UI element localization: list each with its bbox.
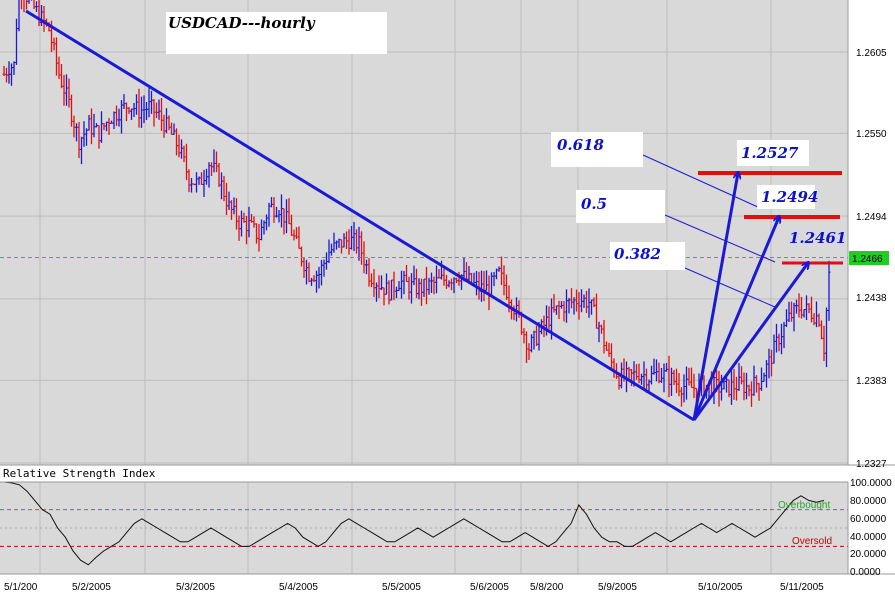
x-tick-label: 5/1/200 <box>4 582 38 593</box>
x-tick-label: 5/4/2005 <box>279 582 318 593</box>
usdcad-hourly-chart: USDCAD---hourly Relative Strength Index … <box>0 0 895 598</box>
date-axis-bg <box>0 574 895 598</box>
x-tick-label: 5/8/200 <box>530 582 564 593</box>
x-tick-label: 5/2/2005 <box>72 582 111 593</box>
fib-target-05: 1.2494 <box>761 188 818 206</box>
rsi-tick-label: 20.0000 <box>850 549 887 560</box>
x-tick-label: 5/6/2005 <box>470 582 509 593</box>
rsi-tick-label: 60.0000 <box>850 514 887 525</box>
y-tick-label: 1.2383 <box>856 376 887 387</box>
x-tick-label: 5/11/2005 <box>780 582 824 593</box>
price-panel-bg <box>0 0 848 465</box>
current-price-label: 1.2466 <box>852 254 883 265</box>
x-tick-label: 5/9/2005 <box>598 582 637 593</box>
x-tick-label: 5/10/2005 <box>698 582 743 593</box>
rsi-tick-label: 40.0000 <box>850 532 887 543</box>
y-tick-label: 1.2605 <box>856 48 887 59</box>
fib-label-05: 0.5 <box>581 195 607 213</box>
chart-title: USDCAD---hourly <box>168 14 316 32</box>
y-tick-label: 1.2438 <box>856 293 887 304</box>
x-tick-label: 5/3/2005 <box>176 582 215 593</box>
y-tick-label: 1.2494 <box>856 212 887 223</box>
x-tick-label: 5/5/2005 <box>382 582 421 593</box>
price-axis-bg <box>848 0 895 465</box>
oversold-label: Oversold <box>792 536 832 547</box>
fib-label-0382: 0.382 <box>614 245 661 263</box>
rsi-tick-label: 100.0000 <box>850 478 892 489</box>
fib-target-0382: 1.2461 <box>789 229 846 247</box>
rsi-tick-label: 0.0000 <box>850 567 881 578</box>
y-tick-label: 1.2550 <box>856 129 887 140</box>
fib-target-0618: 1.2527 <box>741 144 799 162</box>
overbought-label: Overbought <box>778 500 830 511</box>
fib-label-0618: 0.618 <box>557 136 605 154</box>
y-tick-label: 1.2327 <box>856 459 887 470</box>
rsi-title: Relative Strength Index <box>3 467 156 480</box>
rsi-tick-label: 80.0000 <box>850 496 887 507</box>
